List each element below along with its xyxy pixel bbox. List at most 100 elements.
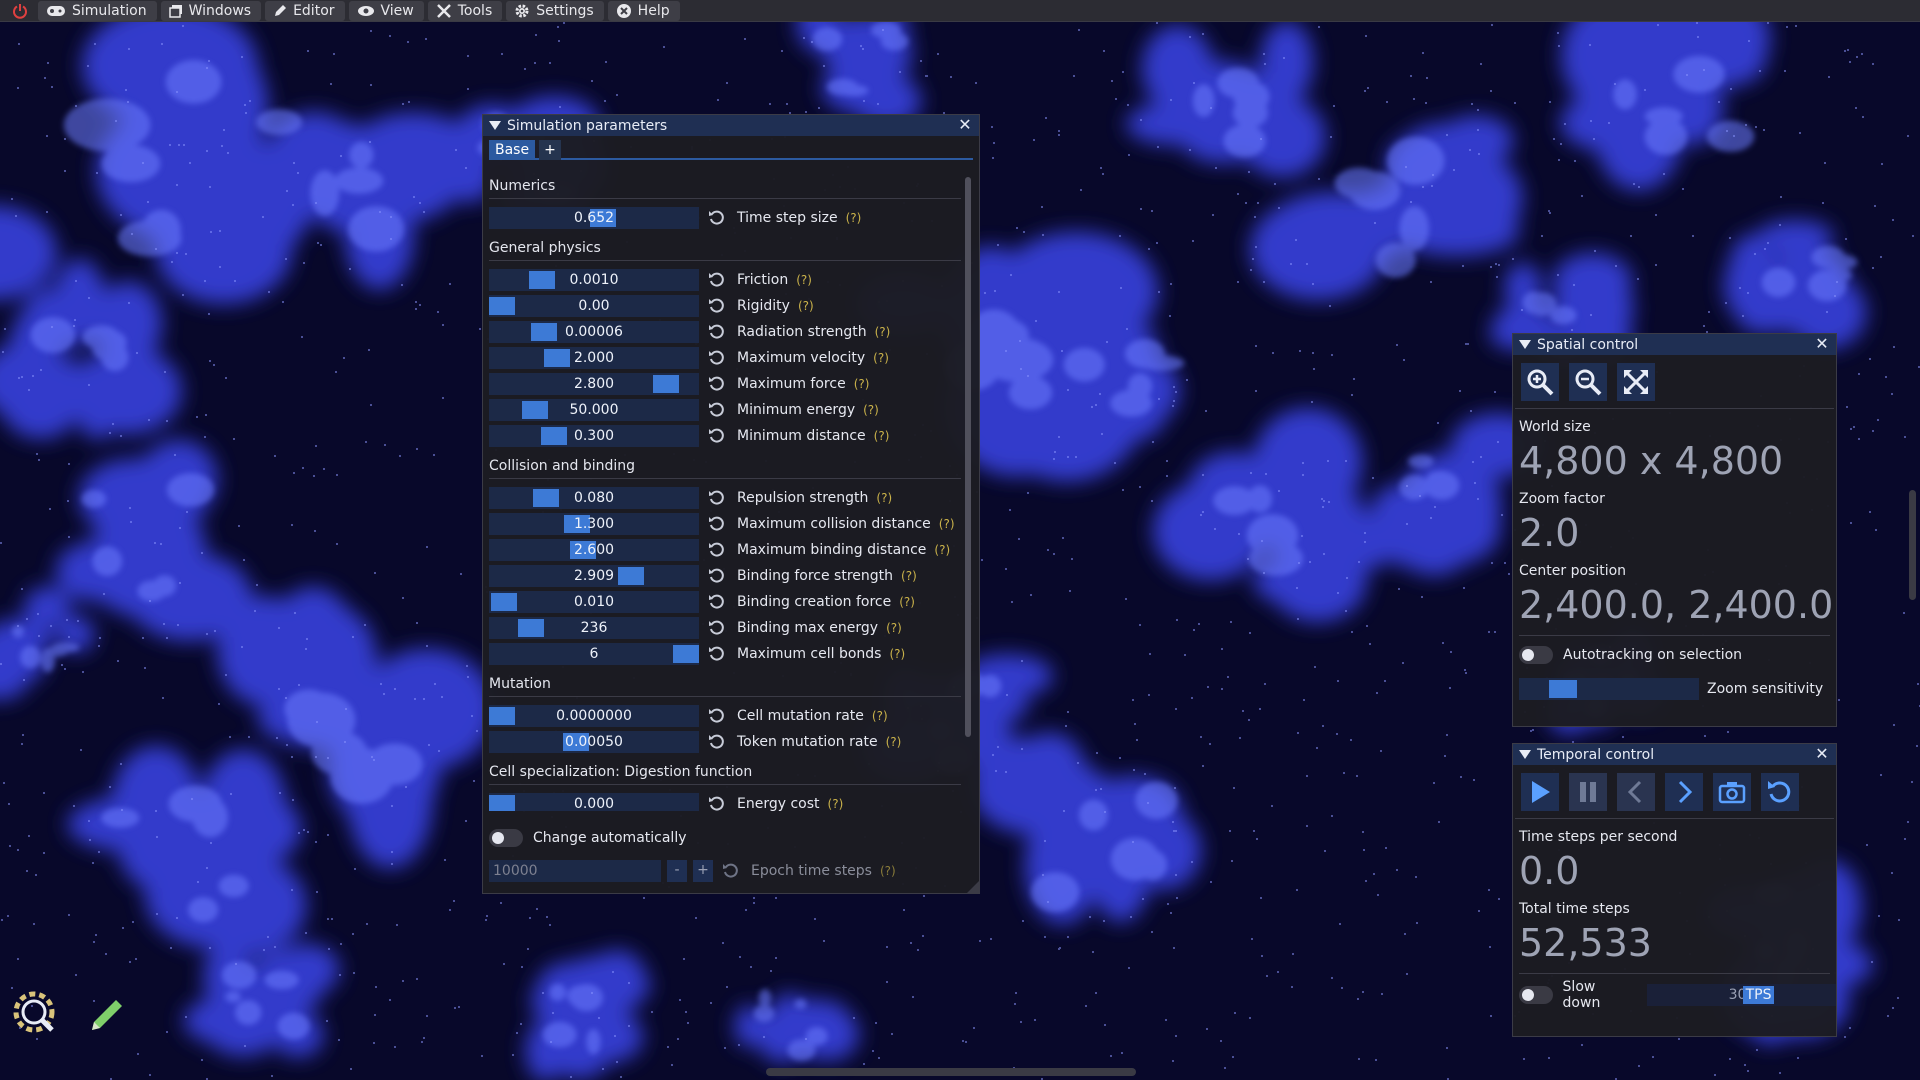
parameter-slider[interactable]: 0.0010 — [489, 269, 699, 291]
change-automatically-toggle[interactable] — [489, 829, 523, 847]
reset-button[interactable] — [705, 793, 729, 811]
edit-tool-button[interactable] — [86, 992, 130, 1040]
menu-windows[interactable]: Windows — [160, 0, 262, 21]
autotracking-toggle[interactable] — [1519, 646, 1553, 664]
step-forward-button[interactable] — [1665, 773, 1703, 811]
parameter-slider[interactable]: 236 — [489, 617, 699, 639]
slider-grab[interactable] — [1549, 680, 1577, 698]
tab-base[interactable]: Base — [489, 140, 536, 160]
collapse-triangle-icon[interactable] — [1519, 340, 1531, 349]
parameter-slider[interactable]: 2.909 — [489, 565, 699, 587]
menu-settings[interactable]: Settings — [506, 0, 604, 21]
power-button[interactable] — [6, 1, 34, 21]
reset-button[interactable] — [705, 705, 729, 727]
reset-button[interactable] — [705, 539, 729, 561]
help-marker[interactable]: (?) — [934, 543, 950, 557]
step-back-button[interactable] — [1617, 773, 1655, 811]
help-marker[interactable]: (?) — [899, 595, 915, 609]
parameter-slider[interactable]: 0.300 — [489, 425, 699, 447]
tab-add[interactable]: + — [539, 140, 561, 160]
parameter-slider[interactable]: 6 — [489, 643, 699, 665]
menu-tools[interactable]: Tools — [427, 0, 503, 21]
parameter-slider[interactable]: 0.000 — [489, 793, 699, 811]
epoch-decrement-button[interactable]: - — [667, 860, 687, 882]
reset-button[interactable] — [705, 373, 729, 395]
zoom-in-button[interactable] — [1521, 363, 1559, 401]
help-marker[interactable]: (?) — [886, 621, 902, 635]
epoch-time-steps-input[interactable]: 10000 — [489, 860, 661, 882]
snapshot-button[interactable] — [1713, 773, 1751, 811]
parameter-slider[interactable]: 0.080 — [489, 487, 699, 509]
collapse-triangle-icon[interactable] — [1519, 750, 1531, 759]
parameter-list[interactable]: Numerics 0.652 Time step size (?) General ph… — [489, 173, 967, 811]
close-icon[interactable]: ✕ — [1814, 336, 1830, 352]
help-marker[interactable]: (?) — [846, 211, 862, 225]
vertical-scrollbar-world[interactable] — [1909, 490, 1916, 600]
reset-icon — [723, 863, 738, 878]
horizontal-scrollbar[interactable] — [766, 1068, 1136, 1076]
temporal-control-titlebar[interactable]: Temporal control ✕ — [1513, 744, 1836, 765]
menu-simulation[interactable]: Simulation — [38, 0, 157, 21]
zoom-sensitivity-slider[interactable] — [1519, 678, 1699, 700]
parameter-slider[interactable]: 0.00050 — [489, 731, 699, 753]
parameter-slider[interactable]: 2.000 — [489, 347, 699, 369]
fit-view-button[interactable] — [1617, 363, 1655, 401]
slow-down-toggle[interactable] — [1519, 986, 1553, 1004]
help-marker[interactable]: (?) — [798, 299, 814, 313]
parameter-slider[interactable]: 0.0000000 — [489, 705, 699, 727]
help-marker[interactable]: (?) — [886, 735, 902, 749]
reset-button[interactable] — [705, 565, 729, 587]
close-icon[interactable]: ✕ — [1814, 746, 1830, 762]
play-button[interactable] — [1521, 773, 1559, 811]
close-icon[interactable]: ✕ — [957, 117, 973, 133]
reset-button[interactable] — [705, 207, 729, 229]
parameter-slider[interactable]: 0.652 — [489, 207, 699, 229]
help-marker[interactable]: (?) — [939, 517, 955, 531]
reset-button[interactable] — [705, 731, 729, 753]
parameter-slider[interactable]: 50.000 — [489, 399, 699, 421]
reset-button[interactable] — [705, 269, 729, 291]
menu-editor[interactable]: Editor — [265, 0, 345, 21]
help-marker[interactable]: (?) — [901, 569, 917, 583]
help-marker[interactable]: (?) — [872, 709, 888, 723]
reset-button[interactable] — [705, 295, 729, 317]
menu-view[interactable]: View — [348, 0, 424, 21]
zoom-out-button[interactable] — [1569, 363, 1607, 401]
reset-button[interactable] — [705, 347, 729, 369]
help-marker[interactable]: (?) — [880, 864, 896, 878]
restore-button[interactable] — [1761, 773, 1799, 811]
reset-button[interactable] — [705, 487, 729, 509]
parameter-slider[interactable]: 0.00 — [489, 295, 699, 317]
help-marker[interactable]: (?) — [873, 351, 889, 365]
reset-button[interactable] — [705, 321, 729, 343]
help-marker[interactable]: (?) — [875, 325, 891, 339]
parameter-slider[interactable]: 0.010 — [489, 591, 699, 613]
help-marker[interactable]: (?) — [854, 377, 870, 391]
reset-button[interactable] — [705, 643, 729, 665]
help-marker[interactable]: (?) — [874, 429, 890, 443]
inspect-tool-button[interactable] — [12, 990, 60, 1042]
vertical-scrollbar[interactable] — [965, 177, 971, 737]
collapse-triangle-icon[interactable] — [489, 121, 501, 130]
reset-button[interactable] — [705, 425, 729, 447]
reset-button[interactable] — [705, 617, 729, 639]
reset-button[interactable] — [705, 399, 729, 421]
menu-help[interactable]: Help — [607, 0, 680, 21]
help-marker[interactable]: (?) — [796, 273, 812, 287]
parameter-slider[interactable]: 2.600 — [489, 539, 699, 561]
resize-grip[interactable] — [967, 881, 979, 893]
simulation-parameters-titlebar[interactable]: Simulation parameters ✕ — [483, 115, 979, 136]
spatial-control-titlebar[interactable]: Spatial control ✕ — [1513, 334, 1836, 355]
reset-button[interactable] — [705, 591, 729, 613]
parameter-slider[interactable]: 2.800 — [489, 373, 699, 395]
parameter-slider[interactable]: 0.00006 — [489, 321, 699, 343]
parameter-slider[interactable]: 1.300 — [489, 513, 699, 535]
epoch-reset-button[interactable] — [719, 860, 743, 882]
pause-button[interactable] — [1569, 773, 1607, 811]
help-marker[interactable]: (?) — [876, 491, 892, 505]
reset-button[interactable] — [705, 513, 729, 535]
help-marker[interactable]: (?) — [889, 647, 905, 661]
epoch-increment-button[interactable]: + — [693, 860, 713, 882]
help-marker[interactable]: (?) — [863, 403, 879, 417]
help-marker[interactable]: (?) — [828, 797, 844, 811]
